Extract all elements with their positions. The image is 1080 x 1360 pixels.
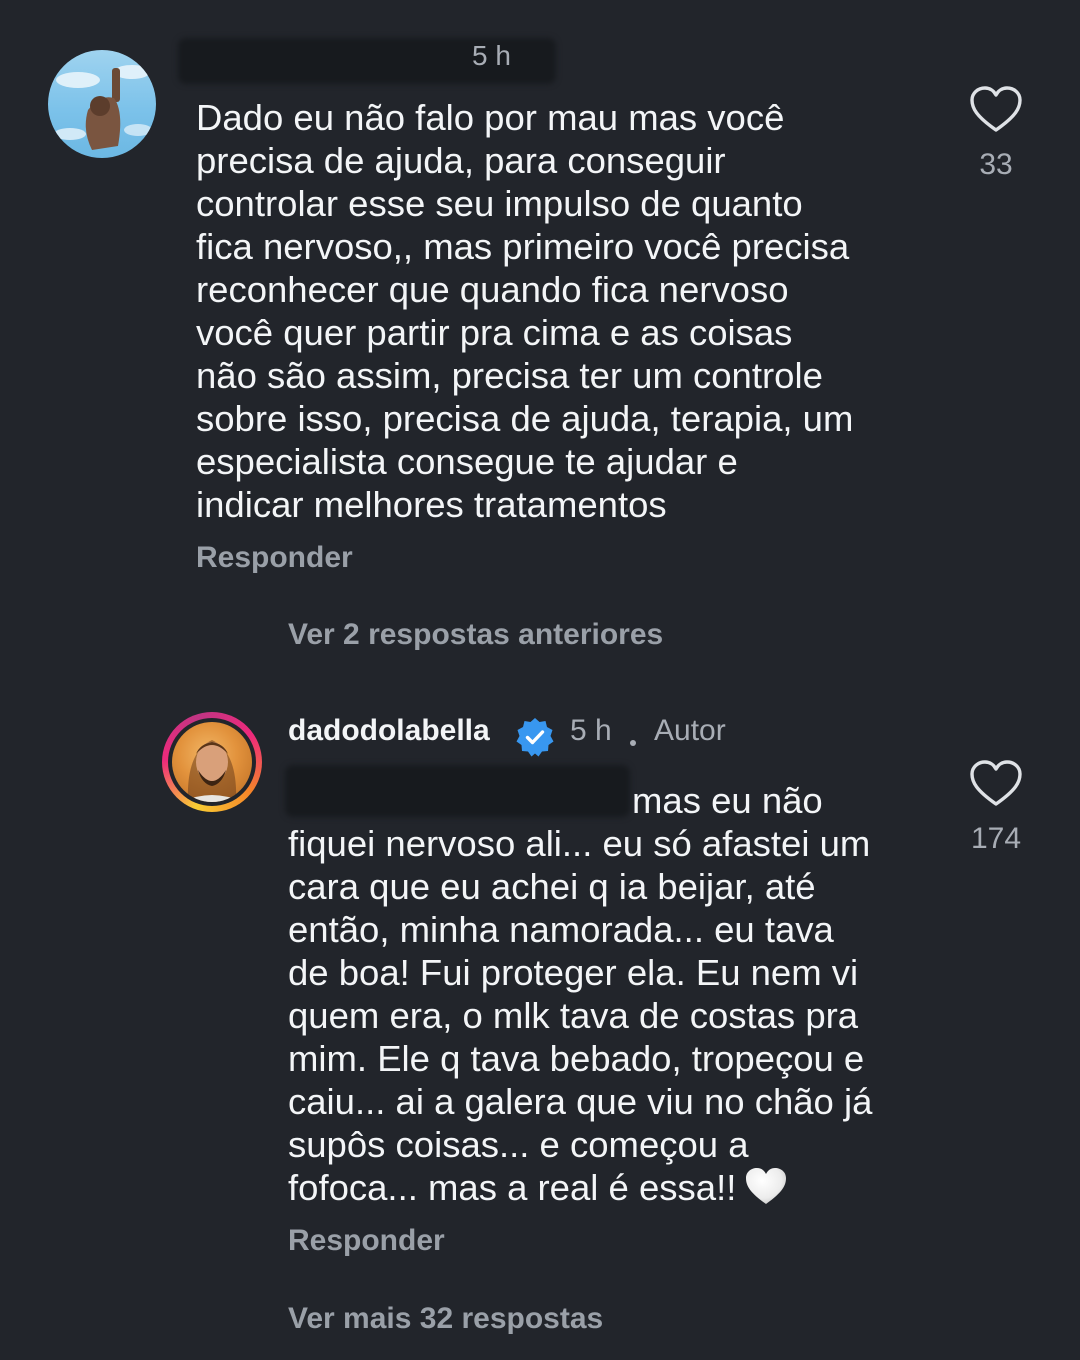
comment-username[interactable]: dadodolabella xyxy=(288,714,490,748)
comment-text: Dado eu não falo por mau mas você precis… xyxy=(196,97,854,525)
avatar-commenter[interactable] xyxy=(48,50,156,158)
separator-dot xyxy=(630,740,636,746)
author-label: Autor xyxy=(654,714,726,747)
reply-button[interactable]: Responder xyxy=(288,1224,445,1258)
heart-icon[interactable] xyxy=(970,760,1022,808)
heart-icon[interactable] xyxy=(970,86,1022,134)
like-count: 33 xyxy=(979,148,1013,181)
reply-button[interactable]: Responder xyxy=(196,541,353,575)
view-previous-replies-link[interactable]: Ver 2 respostas anteriores xyxy=(288,618,663,652)
comment-text-block: mas eu não fiquei nervoso ali... eu só a… xyxy=(288,779,938,1209)
comment-timestamp: 5 h xyxy=(472,40,511,71)
like-count: 174 xyxy=(970,822,1022,855)
view-more-replies-link[interactable]: Ver mais 32 respostas xyxy=(288,1302,603,1336)
comment-timestamp: 5 h xyxy=(570,714,612,747)
white-heart-emoji xyxy=(744,1166,788,1206)
comment-text: mas eu não fiquei nervoso ali... eu só a… xyxy=(288,780,873,1208)
avatar-dadodolabella[interactable] xyxy=(162,712,262,812)
verified-badge-icon xyxy=(514,716,556,758)
